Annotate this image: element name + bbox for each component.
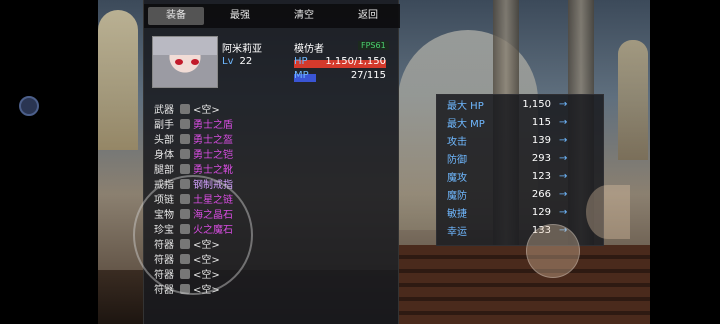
stat-value: 115 [531, 117, 551, 128]
equipment-item-name: 勇士之靴 [193, 165, 233, 176]
arrow-right-icon: → [559, 171, 568, 182]
tab-back[interactable]: 返回 [340, 7, 396, 25]
stained-window [98, 10, 138, 150]
equipment-row[interactable]: 腿部 勇士之靴 [154, 161, 284, 176]
stat-name: 敏捷 [447, 209, 467, 220]
secondary-action-button[interactable] [586, 185, 630, 239]
arrow-right-icon: → [559, 99, 568, 110]
armor-icon [180, 148, 190, 159]
menu-tabs: 装备 最强 清空 返回 [144, 4, 400, 28]
shield-icon [180, 118, 190, 129]
stat-row: 魔攻 123 → [437, 168, 603, 185]
stat-row: 最大 HP 1,150 → [437, 96, 603, 113]
stats-panel: 最大 HP 1,150 → 最大 MP 115 → 攻击 139 → 防御 293 → 魔攻 123 → 魔防… [436, 94, 604, 246]
mp-gauge: MP 27/115 [294, 70, 386, 82]
arrow-right-icon: → [559, 153, 568, 164]
stat-name: 防御 [447, 155, 467, 166]
stat-row: 敏捷 129 → [437, 204, 603, 221]
left-letterbox [0, 0, 98, 324]
stat-name: 最大 HP [447, 101, 484, 112]
stat-name: 最大 MP [447, 119, 485, 130]
floating-assist-button[interactable] [19, 96, 39, 116]
stat-value: 1,150 [522, 99, 551, 110]
equipment-slot-label: 头部 [154, 135, 174, 146]
confirm-action-button[interactable] [526, 224, 580, 278]
arrow-right-icon: → [559, 117, 568, 128]
stat-name: 魔攻 [447, 173, 467, 184]
right-letterbox [650, 0, 720, 324]
stat-name: 幸运 [447, 227, 467, 238]
equipment-slot-label: 副手 [154, 120, 174, 131]
stat-name: 攻击 [447, 137, 467, 148]
helmet-icon [180, 133, 190, 144]
character-level: Lv 22 [222, 56, 253, 67]
mp-value: 27/115 [350, 70, 386, 81]
stat-row: 防御 293 → [437, 150, 603, 167]
equipment-item-name: 勇士之盾 [193, 120, 233, 131]
tab-clear[interactable]: 清空 [276, 7, 332, 25]
stat-value: 266 [531, 189, 551, 200]
stat-value: 129 [531, 207, 551, 218]
stained-window [618, 40, 648, 160]
virtual-joystick[interactable] [133, 175, 253, 295]
tab-optimize[interactable]: 最强 [212, 7, 268, 25]
stat-value: 139 [531, 135, 551, 146]
tab-equip[interactable]: 装备 [148, 7, 204, 25]
equipment-slot-label: 武器 [154, 105, 174, 116]
arrow-right-icon: → [559, 135, 568, 146]
fps-counter: FPS61 [358, 41, 389, 50]
church-pews [398, 245, 650, 324]
character-portrait [152, 36, 218, 88]
boots-icon [180, 163, 190, 174]
empty-slot-icon [180, 103, 190, 114]
equipment-item-name: 勇士之铠 [193, 150, 233, 161]
equipment-row[interactable]: 身体 勇士之铠 [154, 146, 284, 161]
arrow-right-icon: → [559, 207, 568, 218]
equipment-item-name: 勇士之盔 [193, 135, 233, 146]
stat-row: 最大 MP 115 → [437, 114, 603, 131]
equipment-row[interactable]: 副手 勇士之盾 [154, 116, 284, 131]
stat-row: 攻击 139 → [437, 132, 603, 149]
character-name: 阿米莉亚 [222, 44, 262, 55]
equipment-slot-label: 身体 [154, 150, 174, 161]
character-class: 模仿者 [294, 44, 324, 55]
stat-row: 幸运 133 → [437, 222, 603, 239]
stat-value: 123 [531, 171, 551, 182]
equipment-slot-label: 腿部 [154, 165, 174, 176]
hp-value: 1,150/1,150 [325, 56, 386, 67]
arrow-right-icon: → [559, 189, 568, 200]
hp-gauge: HP 1,150/1,150 [294, 56, 386, 68]
equipment-row[interactable]: 头部 勇士之盔 [154, 131, 284, 146]
stat-value: 293 [531, 153, 551, 164]
equipment-item-name: <空> [193, 105, 220, 116]
stat-row: 魔防 266 → [437, 186, 603, 203]
equipment-row[interactable]: 武器 <空> [154, 101, 284, 116]
stat-name: 魔防 [447, 191, 467, 202]
